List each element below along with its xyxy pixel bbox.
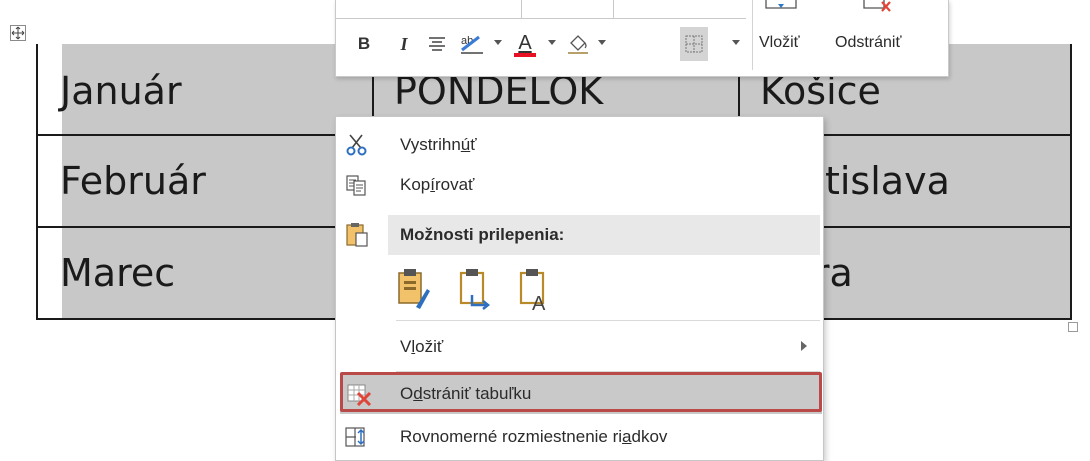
delete-table-icon <box>863 0 891 12</box>
label-text: dkov <box>631 427 668 446</box>
submenu-arrow-icon <box>801 341 807 351</box>
mini-toolbar: B I ab A Vložiť Odstrániť <box>335 0 949 77</box>
scissors-icon <box>346 134 367 156</box>
style-dropdown-caret[interactable] <box>494 40 502 45</box>
toolbar-divider <box>752 0 753 70</box>
copy-icon <box>346 175 366 196</box>
shading-button[interactable] <box>564 26 592 62</box>
font-color-button[interactable]: A <box>512 26 538 62</box>
font-color-swatch <box>514 52 536 57</box>
label-text: Kop <box>400 175 431 194</box>
font-color-dropdown-caret[interactable] <box>548 40 556 45</box>
style-button[interactable]: ab <box>458 26 490 62</box>
label-text: ť <box>470 135 477 154</box>
distribute-rows-icon <box>345 427 365 447</box>
clipboard-icon <box>346 223 368 247</box>
cell-text: Február <box>60 159 206 203</box>
paste-options-label: Možnosti prilepenia: <box>400 225 565 244</box>
borders-icon <box>685 35 703 53</box>
table-move-handle[interactable] <box>10 25 26 41</box>
paste-merge-formatting-icon[interactable] <box>458 267 492 311</box>
label-text: Vystrihn <box>400 135 461 154</box>
svg-text:A: A <box>532 293 546 311</box>
menu-separator <box>396 371 820 372</box>
paint-bucket-icon <box>568 35 588 54</box>
font-color-letter: A <box>518 31 532 54</box>
delete-button[interactable]: Odstrániť <box>835 34 901 52</box>
bold-button[interactable]: B <box>354 26 374 62</box>
table-resize-handle[interactable] <box>1068 322 1078 332</box>
menu-item-label: Rovnomerné rozmiestnenie riadkov <box>400 427 667 447</box>
font-name-box[interactable] <box>336 0 522 18</box>
menu-item-cut[interactable]: Vystrihnúť <box>336 125 823 165</box>
access-key: d <box>413 384 423 403</box>
font-size-box[interactable] <box>521 0 614 18</box>
borders-dropdown-caret[interactable] <box>732 40 740 45</box>
table-cell[interactable]: Január <box>36 44 374 136</box>
table-cell[interactable]: Marec <box>36 226 374 320</box>
cell-text: Január <box>60 69 182 113</box>
label-text: O <box>400 384 414 403</box>
menu-item-label: Odstrániť tabuľku <box>400 384 531 404</box>
center-align-button[interactable] <box>424 26 450 62</box>
insert-table-icon <box>765 0 797 9</box>
menu-item-copy[interactable]: Kopírovať <box>336 165 823 205</box>
align-center-icon <box>429 37 445 51</box>
paste-options-header: Možnosti prilepenia: <box>388 215 820 255</box>
delete-table-icon <box>347 384 372 406</box>
menu-separator <box>396 320 820 321</box>
font-selector-row <box>336 0 746 19</box>
label-text: rovať <box>434 175 475 194</box>
table-cell[interactable]: Február <box>36 134 374 228</box>
menu-item-distribute-rows[interactable]: Rovnomerné rozmiestnenie riadkov <box>336 417 823 457</box>
menu-item-delete-table[interactable]: Odstrániť tabuľku <box>340 374 822 414</box>
menu-item-label: Vystrihnúť <box>400 135 477 155</box>
italic-button[interactable]: I <box>394 26 414 62</box>
styles-icon: ab <box>461 35 483 54</box>
access-key: ú <box>460 135 471 154</box>
menu-item-insert[interactable]: Vložiť <box>336 327 823 367</box>
paste-keep-formatting-icon[interactable] <box>396 267 430 311</box>
menu-item-label: Vložiť <box>400 337 443 357</box>
menu-item-label: Kopírovať <box>400 175 474 195</box>
access-key: a <box>622 427 632 446</box>
shading-dropdown-caret[interactable] <box>598 40 606 45</box>
insert-button[interactable]: Vložiť <box>759 34 800 52</box>
label-text: V <box>400 337 412 356</box>
cell-text: Marec <box>60 251 176 295</box>
context-menu: Vystrihnúť Kopírovať Možnosti prilepenia… <box>335 116 824 461</box>
paste-keep-text-only-icon[interactable]: A <box>518 267 552 311</box>
label-text: strániť tabuľku <box>422 384 532 403</box>
label-text: Rovnomerné rozmiestnenie ri <box>400 427 623 446</box>
borders-button[interactable] <box>680 27 708 61</box>
label-text: ožiť <box>415 337 444 356</box>
